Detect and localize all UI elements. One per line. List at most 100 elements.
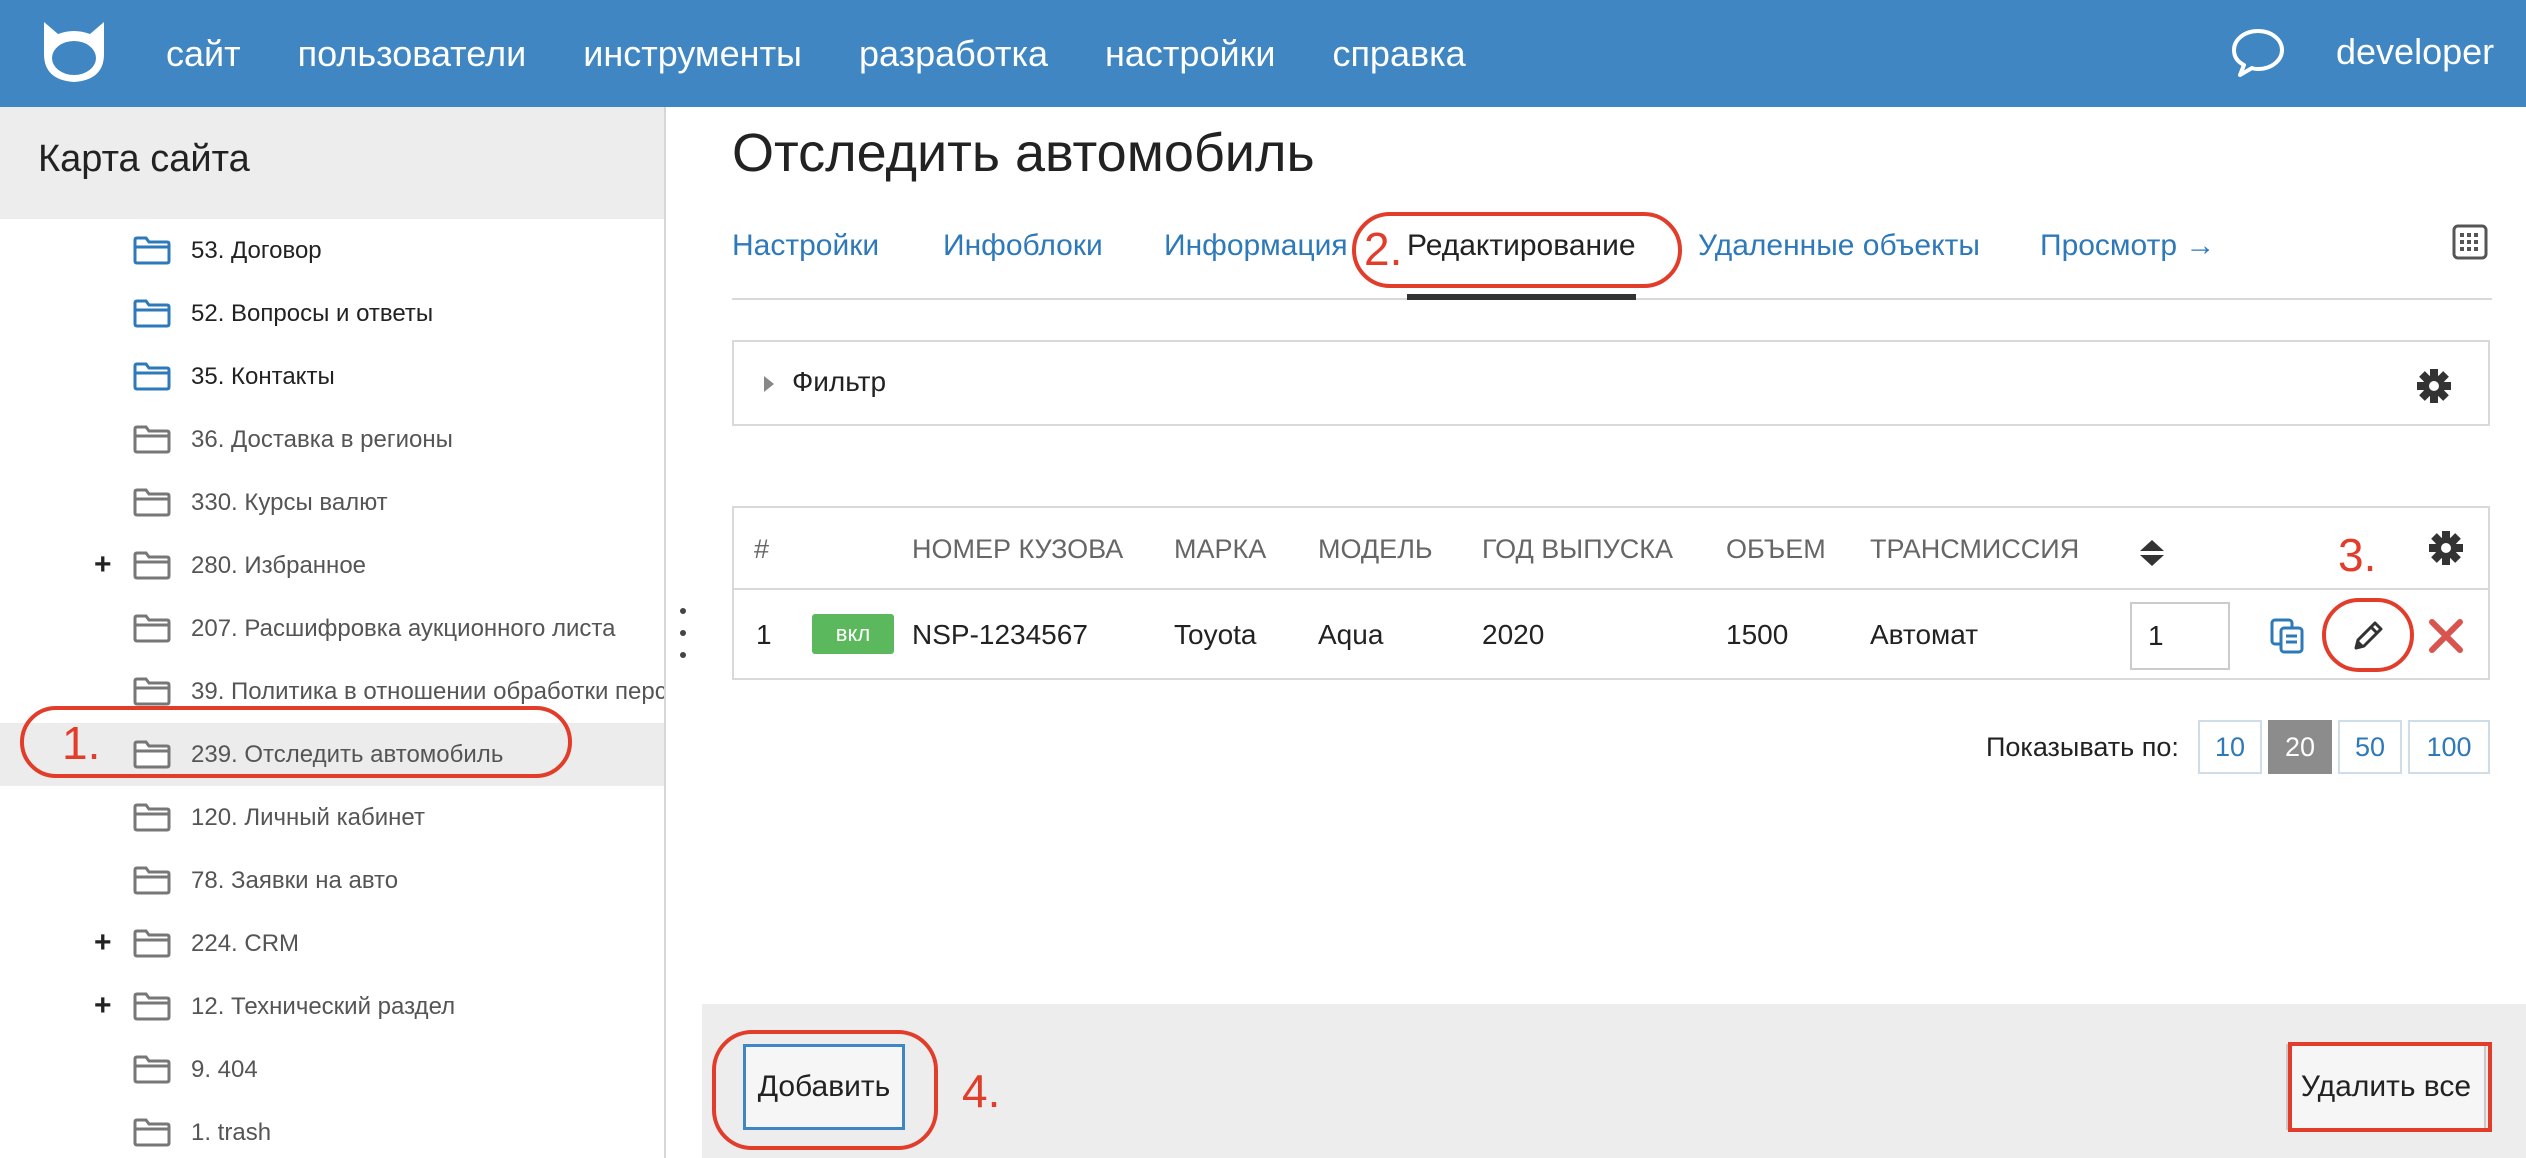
folder-icon	[133, 488, 171, 517]
folder-icon	[133, 425, 171, 454]
user-menu[interactable]: developer	[2336, 0, 2494, 107]
tab-infoblocks[interactable]: Инфоблоки	[943, 220, 1103, 272]
sidebar-item-label: 78. Заявки на авто	[191, 867, 399, 894]
nav-tools[interactable]: инструменты	[583, 33, 802, 75]
folder-icon	[133, 740, 171, 769]
sidebar-item[interactable]: 78. Заявки на авто	[0, 849, 664, 912]
add-button[interactable]: Добавить	[743, 1044, 905, 1130]
status-badge[interactable]: вкл	[812, 614, 894, 654]
annotation-number-1: 1.	[62, 717, 101, 769]
page-size-100[interactable]: 100	[2408, 720, 2490, 774]
sidebar-item-label: 39. Политика в отношении обработки персо…	[191, 678, 666, 705]
sidebar-item[interactable]: 9. 404	[0, 1038, 664, 1101]
tab-deleted-objects[interactable]: Удаленные объекты	[1698, 220, 1980, 272]
sidebar-item[interactable]: 39. Политика в отношении обработки персо…	[0, 660, 666, 723]
sidebar-item[interactable]: 120. Личный кабинет	[0, 786, 664, 849]
column-number: #	[754, 534, 770, 564]
sidebar-item[interactable]: 1. trash	[0, 1101, 664, 1158]
sidebar-item[interactable]: 53. Договор	[0, 219, 664, 282]
cell-year: 2020	[1482, 619, 1545, 650]
annotation-number-4: 4.	[962, 1065, 1001, 1117]
folder-icon	[133, 677, 171, 706]
tab-preview[interactable]: Просмотр →	[2040, 220, 2215, 272]
sidebar-item-label: 280. Избранное	[191, 552, 367, 579]
sidebar-item[interactable]: 330. Курсы валют	[0, 471, 664, 534]
cell-body-number: NSP-1234567	[912, 619, 1088, 650]
column-brand[interactable]: МАРКА	[1174, 508, 1266, 590]
column-volume[interactable]: ОБЪЕМ	[1726, 508, 1826, 590]
expand-plus-icon[interactable]: +	[94, 912, 112, 974]
nav-development[interactable]: разработка	[859, 33, 1048, 75]
sidebar-site-map: Карта сайта 53. Договор 52. Вопросы и отв…	[0, 107, 666, 1158]
sidebar-item[interactable]: 52. Вопросы и ответы	[0, 282, 664, 345]
tab-information[interactable]: Информация	[1164, 220, 1348, 272]
copy-icon[interactable]	[2270, 618, 2304, 654]
sidebar-item[interactable]: 35. Контакты	[0, 345, 664, 408]
filter-panel[interactable]: Фильтр	[732, 340, 2490, 426]
delete-all-button[interactable]: Удалить все	[2286, 1044, 2486, 1130]
column-body-number[interactable]: НОМЕР КУЗОВА	[912, 508, 1123, 590]
nav-site[interactable]: сайт	[166, 33, 241, 75]
folder-icon	[133, 299, 171, 328]
sidebar-item-label: 35. Контакты	[191, 363, 335, 390]
folder-icon	[133, 929, 171, 958]
page-size-50[interactable]: 50	[2338, 720, 2402, 774]
priority-input[interactable]	[2130, 602, 2230, 670]
nav-settings[interactable]: настройки	[1105, 33, 1275, 75]
objects-table: # НОМЕР КУЗОВА МАРКА МОДЕЛЬ ГОД ВЫПУСКА …	[732, 506, 2490, 680]
cell-brand: Toyota	[1174, 619, 1257, 650]
column-model[interactable]: МОДЕЛЬ	[1318, 508, 1433, 590]
sidebar-item-label: 330. Курсы валют	[191, 489, 388, 516]
top-bar: сайт пользователи инструменты разработка…	[0, 0, 2526, 107]
sidebar-item[interactable]: 207. Расшифровка аукционного листа	[0, 597, 664, 660]
column-year[interactable]: ГОД ВЫПУСКА	[1482, 508, 1673, 590]
sidebar-title: Карта сайта	[38, 138, 250, 180]
chat-bubble-icon[interactable]	[2230, 27, 2286, 79]
sidebar-item-label: 120. Личный кабинет	[191, 804, 425, 831]
folder-icon	[133, 614, 171, 643]
page-title: Отследить автомобиль	[732, 123, 1315, 183]
page-size-label: Показывать по:	[1986, 732, 2179, 762]
folder-icon	[133, 1055, 171, 1084]
annotation-number-2: 2.	[1364, 223, 1403, 275]
page-size-10[interactable]: 10	[2198, 720, 2262, 774]
grid-toggle-icon[interactable]	[2452, 224, 2488, 260]
sidebar-item[interactable]: +12. Технический раздел	[0, 975, 664, 1038]
nav-users[interactable]: пользователи	[298, 33, 527, 75]
sidebar-item-label: 224. CRM	[191, 930, 300, 957]
tab-editing[interactable]: Редактирование	[1407, 220, 1636, 300]
cat-logo-icon[interactable]	[38, 20, 110, 84]
pencil-icon[interactable]	[2348, 616, 2388, 656]
folder-icon	[133, 803, 171, 832]
page-size-20[interactable]: 20	[2268, 720, 2332, 774]
filter-label[interactable]: Фильтр	[792, 342, 886, 422]
sidebar-item-label: 207. Расшифровка аукционного листа	[191, 615, 616, 642]
folder-icon	[133, 551, 171, 580]
cell-number: 1	[756, 619, 772, 650]
folder-icon	[133, 866, 171, 895]
sidebar-item-label: 36. Доставка в регионы	[191, 426, 453, 453]
expand-arrow-icon[interactable]	[764, 376, 774, 392]
annotation-number-3: 3.	[2338, 529, 2377, 581]
sidebar-item[interactable]: 36. Доставка в регионы	[0, 408, 664, 471]
sidebar-item-label: 12. Технический раздел	[191, 993, 456, 1020]
sort-icon[interactable]	[2138, 538, 2166, 568]
delete-x-icon[interactable]	[2426, 616, 2466, 656]
folder-icon	[133, 236, 171, 265]
tab-settings[interactable]: Настройки	[732, 220, 879, 272]
cell-transmission: Автомат	[1870, 619, 1979, 650]
sidebar-item[interactable]: +224. CRM	[0, 912, 664, 975]
table-header: # НОМЕР КУЗОВА МАРКА МОДЕЛЬ ГОД ВЫПУСКА …	[734, 508, 2488, 590]
gear-icon[interactable]	[2426, 528, 2466, 568]
sidebar-resize-handle[interactable]	[678, 608, 688, 664]
expand-plus-icon[interactable]: +	[94, 534, 112, 596]
sidebar-item[interactable]: +280. Избранное	[0, 534, 664, 597]
nav-help[interactable]: справка	[1332, 33, 1465, 75]
gear-icon[interactable]	[2414, 366, 2454, 406]
column-transmission[interactable]: ТРАНСМИССИЯ	[1870, 508, 2079, 590]
cell-model: Aqua	[1318, 619, 1384, 650]
expand-plus-icon[interactable]: +	[94, 975, 112, 1037]
sidebar-header: Карта сайта	[0, 107, 664, 219]
sidebar-item-label: 1. trash	[191, 1119, 272, 1146]
top-nav: сайт пользователи инструменты разработка…	[166, 0, 1523, 107]
